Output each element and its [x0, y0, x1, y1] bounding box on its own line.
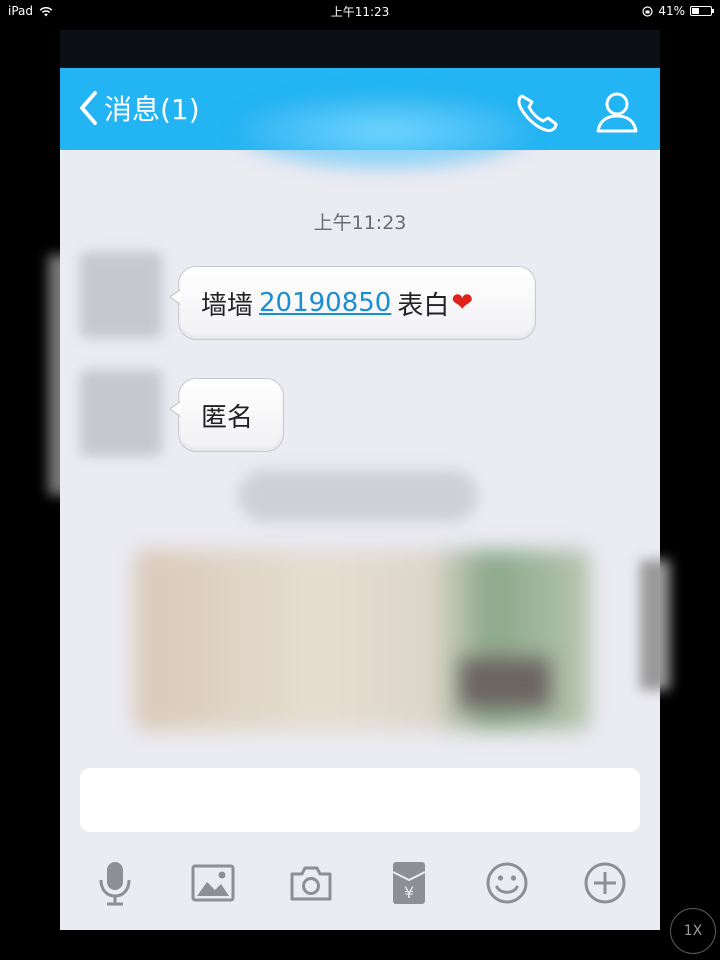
- message-link[interactable]: 20190850: [259, 288, 391, 318]
- message-bubble[interactable]: 匿名: [169, 378, 284, 452]
- camera-icon: [290, 866, 332, 901]
- red-packet-button[interactable]: ¥: [385, 859, 433, 907]
- person-icon: [596, 92, 638, 133]
- chevron-left-icon: [80, 91, 97, 125]
- status-right: 41%: [642, 4, 714, 18]
- battery-icon: [690, 6, 714, 16]
- phone-icon: [517, 94, 558, 132]
- battery-fill: [692, 8, 700, 14]
- blurred-region: [460, 658, 550, 708]
- screen-top-bar: [60, 30, 660, 68]
- chat-screen: 消息(1) 上午11:23 墙墙 20190850 表白 ❤ 匿名 ¥: [60, 30, 660, 930]
- heart-emoji: ❤: [451, 288, 474, 318]
- battery-percent: 41%: [658, 4, 685, 18]
- contact-name-blurred: [235, 93, 535, 171]
- blurred-region: [640, 560, 670, 690]
- message-text: 表白: [397, 290, 450, 321]
- emoji-button[interactable]: [483, 859, 531, 907]
- image-icon: [191, 864, 235, 902]
- status-bar: iPad 上午11:23 41%: [0, 0, 720, 22]
- input-toolbar: ¥: [60, 852, 660, 914]
- camera-button[interactable]: [287, 859, 335, 907]
- back-button[interactable]: 消息(1): [78, 88, 200, 128]
- emoji-icon: [486, 862, 528, 904]
- device-label: iPad: [8, 4, 34, 18]
- wifi-icon: [39, 6, 53, 16]
- blurred-region: [238, 470, 478, 522]
- message-text: 墙墙: [201, 290, 254, 321]
- message-input[interactable]: [80, 768, 640, 832]
- message-bubble[interactable]: 墙墙 20190850 表白 ❤: [169, 266, 536, 340]
- avatar-blurred: [80, 370, 162, 456]
- plus-icon: [584, 862, 626, 904]
- message-timestamp: 上午11:23: [313, 212, 407, 234]
- red-packet-icon: ¥: [392, 862, 426, 904]
- nav-bar: 消息(1): [60, 68, 660, 171]
- image-button[interactable]: [189, 859, 237, 907]
- microphone-icon: [99, 862, 131, 906]
- call-button[interactable]: [512, 90, 560, 138]
- svg-text:¥: ¥: [404, 883, 414, 902]
- voice-button[interactable]: [91, 859, 139, 907]
- avatar-blurred: [80, 252, 162, 338]
- rotation-lock-icon: [642, 5, 653, 17]
- status-time: 上午11:23: [330, 4, 390, 19]
- zoom-badge[interactable]: 1X: [670, 908, 716, 954]
- status-left: iPad: [8, 4, 53, 18]
- more-button[interactable]: [581, 859, 629, 907]
- back-label: 消息(1): [104, 93, 200, 126]
- profile-button[interactable]: [595, 90, 639, 138]
- message-text: 匿名: [201, 402, 254, 433]
